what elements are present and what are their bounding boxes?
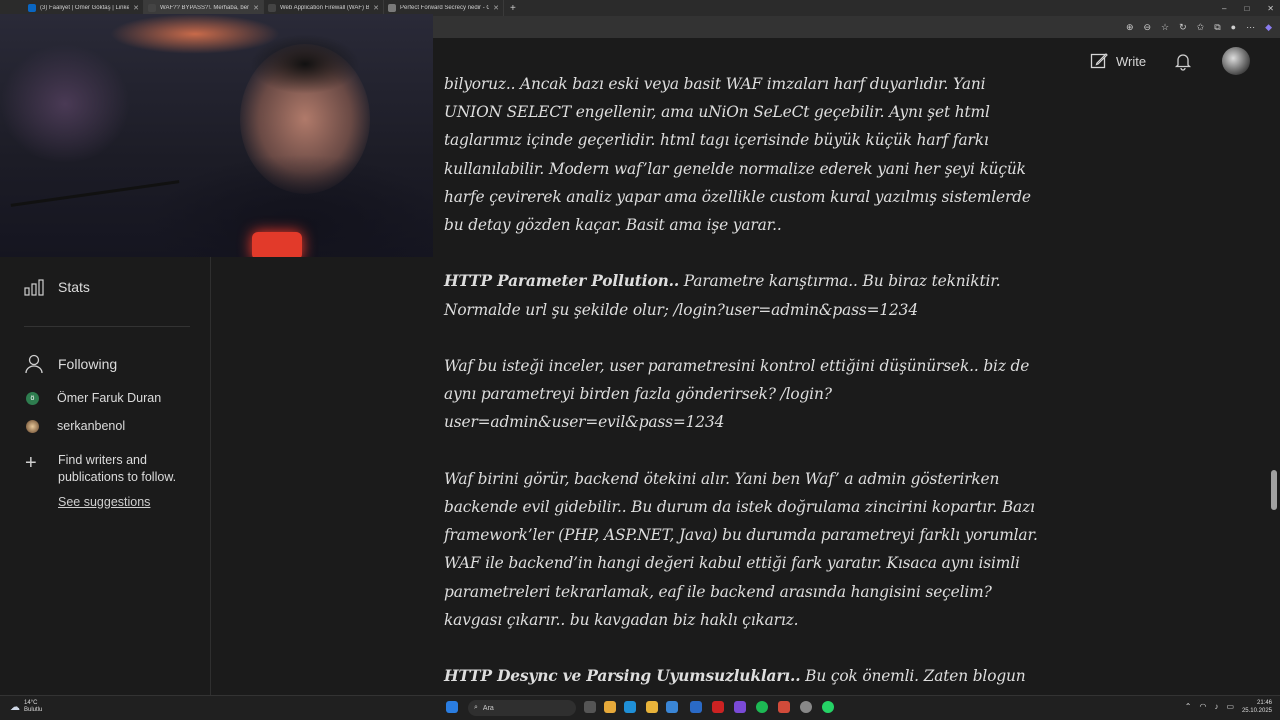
sidebar-item-label: Stats xyxy=(58,279,90,295)
whatsapp-icon[interactable] xyxy=(822,701,834,713)
user-avatar[interactable] xyxy=(1222,47,1250,75)
write-button[interactable]: Write xyxy=(1090,52,1146,70)
task-view-icon[interactable] xyxy=(584,701,596,713)
article-body: bilyoruz.. Ancak bazı eski veya basit WA… xyxy=(444,70,1044,719)
sidebar-item-label: Following xyxy=(58,356,118,372)
favorites-icon[interactable]: ✩ xyxy=(1197,22,1205,33)
volume-icon[interactable]: ♪ xyxy=(1214,702,1218,711)
mic-arm xyxy=(10,180,180,207)
sidebar-item-stats[interactable]: Stats xyxy=(24,278,90,296)
reader-icon[interactable]: ⊖ xyxy=(1143,22,1151,33)
write-label: Write xyxy=(1116,53,1147,69)
search-icon: ⌕ xyxy=(474,704,478,711)
windows-taskbar xyxy=(0,695,1280,720)
plus-icon[interactable]: + xyxy=(25,452,37,475)
notifications-button[interactable] xyxy=(1173,51,1193,76)
background-light xyxy=(110,14,280,54)
find-writers-text: Find writers and publications to follow. xyxy=(58,453,177,484)
chevron-up-icon[interactable]: ⌃ xyxy=(1185,702,1192,711)
weather-desc: Bulutlu xyxy=(24,707,43,713)
weather-widget[interactable]: ☁ 14°C Bulutlu xyxy=(10,700,42,714)
following-item[interactable]: serkanbenol xyxy=(26,419,125,433)
wifi-icon[interactable]: ◠ xyxy=(1199,702,1206,711)
app-icon[interactable] xyxy=(712,701,724,713)
tab-title: Perfect Forward Secrecy nedir - G xyxy=(400,5,490,11)
file-explorer-icon[interactable] xyxy=(646,701,658,713)
copilot-app-icon[interactable] xyxy=(604,701,616,713)
red-light-panel xyxy=(252,232,302,257)
discord-icon[interactable] xyxy=(734,701,746,713)
person-icon xyxy=(25,354,43,374)
webcam-overlay xyxy=(0,14,433,257)
store-icon[interactable] xyxy=(690,701,702,713)
author-avatar: ö xyxy=(26,391,39,405)
browser-toolbar: ⊕ ⊖ ☆ ↻ ✩ ⧉ ● ⋯ ◆ xyxy=(1126,16,1272,38)
tab-favicon-icon xyxy=(388,4,396,12)
taskbar-search[interactable]: ⌕ Ara xyxy=(468,700,576,716)
tab-title: (3) Faaliyet | Ömer Göktaş | LinkedIn xyxy=(40,5,130,11)
cloud-icon: ☁ xyxy=(10,701,20,713)
system-tray: ⌃ ◠ ♪ ▭ xyxy=(1185,702,1234,711)
bell-icon xyxy=(1174,54,1192,71)
copilot-icon[interactable]: ◆ xyxy=(1265,22,1272,33)
edge-icon[interactable] xyxy=(624,701,636,713)
clock-date: 25.10.2025 xyxy=(1241,708,1272,714)
sidebar-divider xyxy=(24,326,190,327)
new-tab-button[interactable]: + xyxy=(504,3,522,14)
collections-icon[interactable]: ⧉ xyxy=(1214,22,1220,33)
window-controls: – □ ✕ xyxy=(1222,0,1274,16)
article-paragraph: HTTP Parameter Pollution.. Parametre kar… xyxy=(444,272,1001,319)
article-paragraph: Waf bu isteği inceler, user parametresin… xyxy=(444,357,1030,432)
write-icon xyxy=(1090,53,1108,69)
clock-time: 21:46 xyxy=(1256,700,1272,706)
app-icon[interactable] xyxy=(778,701,790,713)
page-scrollbar[interactable] xyxy=(1271,470,1277,510)
maximize-button[interactable]: □ xyxy=(1244,4,1249,13)
headphones-shape xyxy=(250,34,360,94)
mail-icon[interactable] xyxy=(666,701,678,713)
author-avatar xyxy=(26,419,39,433)
close-window-button[interactable]: ✕ xyxy=(1267,4,1274,13)
refresh-icon[interactable]: ↻ xyxy=(1179,22,1187,33)
chrome-icon[interactable] xyxy=(800,701,812,713)
tab-title: WAF?? BYPASS?!. Merhaba, ben xyxy=(160,5,250,11)
tab-favicon-icon xyxy=(28,4,36,12)
close-tab-icon[interactable]: ✕ xyxy=(493,4,499,12)
following-name: serkanbenol xyxy=(57,419,126,433)
article-paragraph: bilyoruz.. Ancak bazı eski veya basit WA… xyxy=(444,75,1031,235)
see-suggestions-link[interactable]: See suggestions xyxy=(58,495,150,509)
tab-title: Web Application Firewall (WAF) B xyxy=(280,5,370,11)
section-heading: HTTP Desync ve Parsing Uyumsuzlukları.. xyxy=(444,667,801,686)
start-icon[interactable] xyxy=(446,701,458,713)
spotify-icon[interactable] xyxy=(756,701,768,713)
following-item[interactable]: ö Ömer Faruk Duran xyxy=(26,391,161,405)
article-paragraph: Waf birini görür, backend ötekini alır. … xyxy=(444,469,1038,629)
weather-temp: 14°C xyxy=(24,700,38,706)
close-tab-icon[interactable]: ✕ xyxy=(253,4,259,12)
sidebar-item-following[interactable]: Following xyxy=(24,354,117,374)
minimize-button[interactable]: – xyxy=(1222,4,1226,13)
stats-icon xyxy=(24,279,44,296)
close-tab-icon[interactable]: ✕ xyxy=(373,4,379,12)
chair-shape xyxy=(0,44,130,164)
more-icon[interactable]: ⋯ xyxy=(1246,22,1255,33)
tab-favicon-icon xyxy=(268,4,276,12)
favorite-star-icon[interactable]: ☆ xyxy=(1161,22,1169,33)
profile-icon[interactable]: ● xyxy=(1231,22,1236,32)
following-name: Ömer Faruk Duran xyxy=(57,391,162,405)
zoom-icon[interactable]: ⊕ xyxy=(1126,22,1134,33)
section-heading: HTTP Parameter Pollution.. xyxy=(444,272,680,291)
search-placeholder: Ara xyxy=(482,704,494,712)
system-clock[interactable]: 21:46 25.10.2025 xyxy=(1242,699,1272,715)
close-tab-icon[interactable]: ✕ xyxy=(133,4,139,12)
tab-favicon-icon xyxy=(148,4,156,12)
battery-icon[interactable]: ▭ xyxy=(1226,702,1234,711)
